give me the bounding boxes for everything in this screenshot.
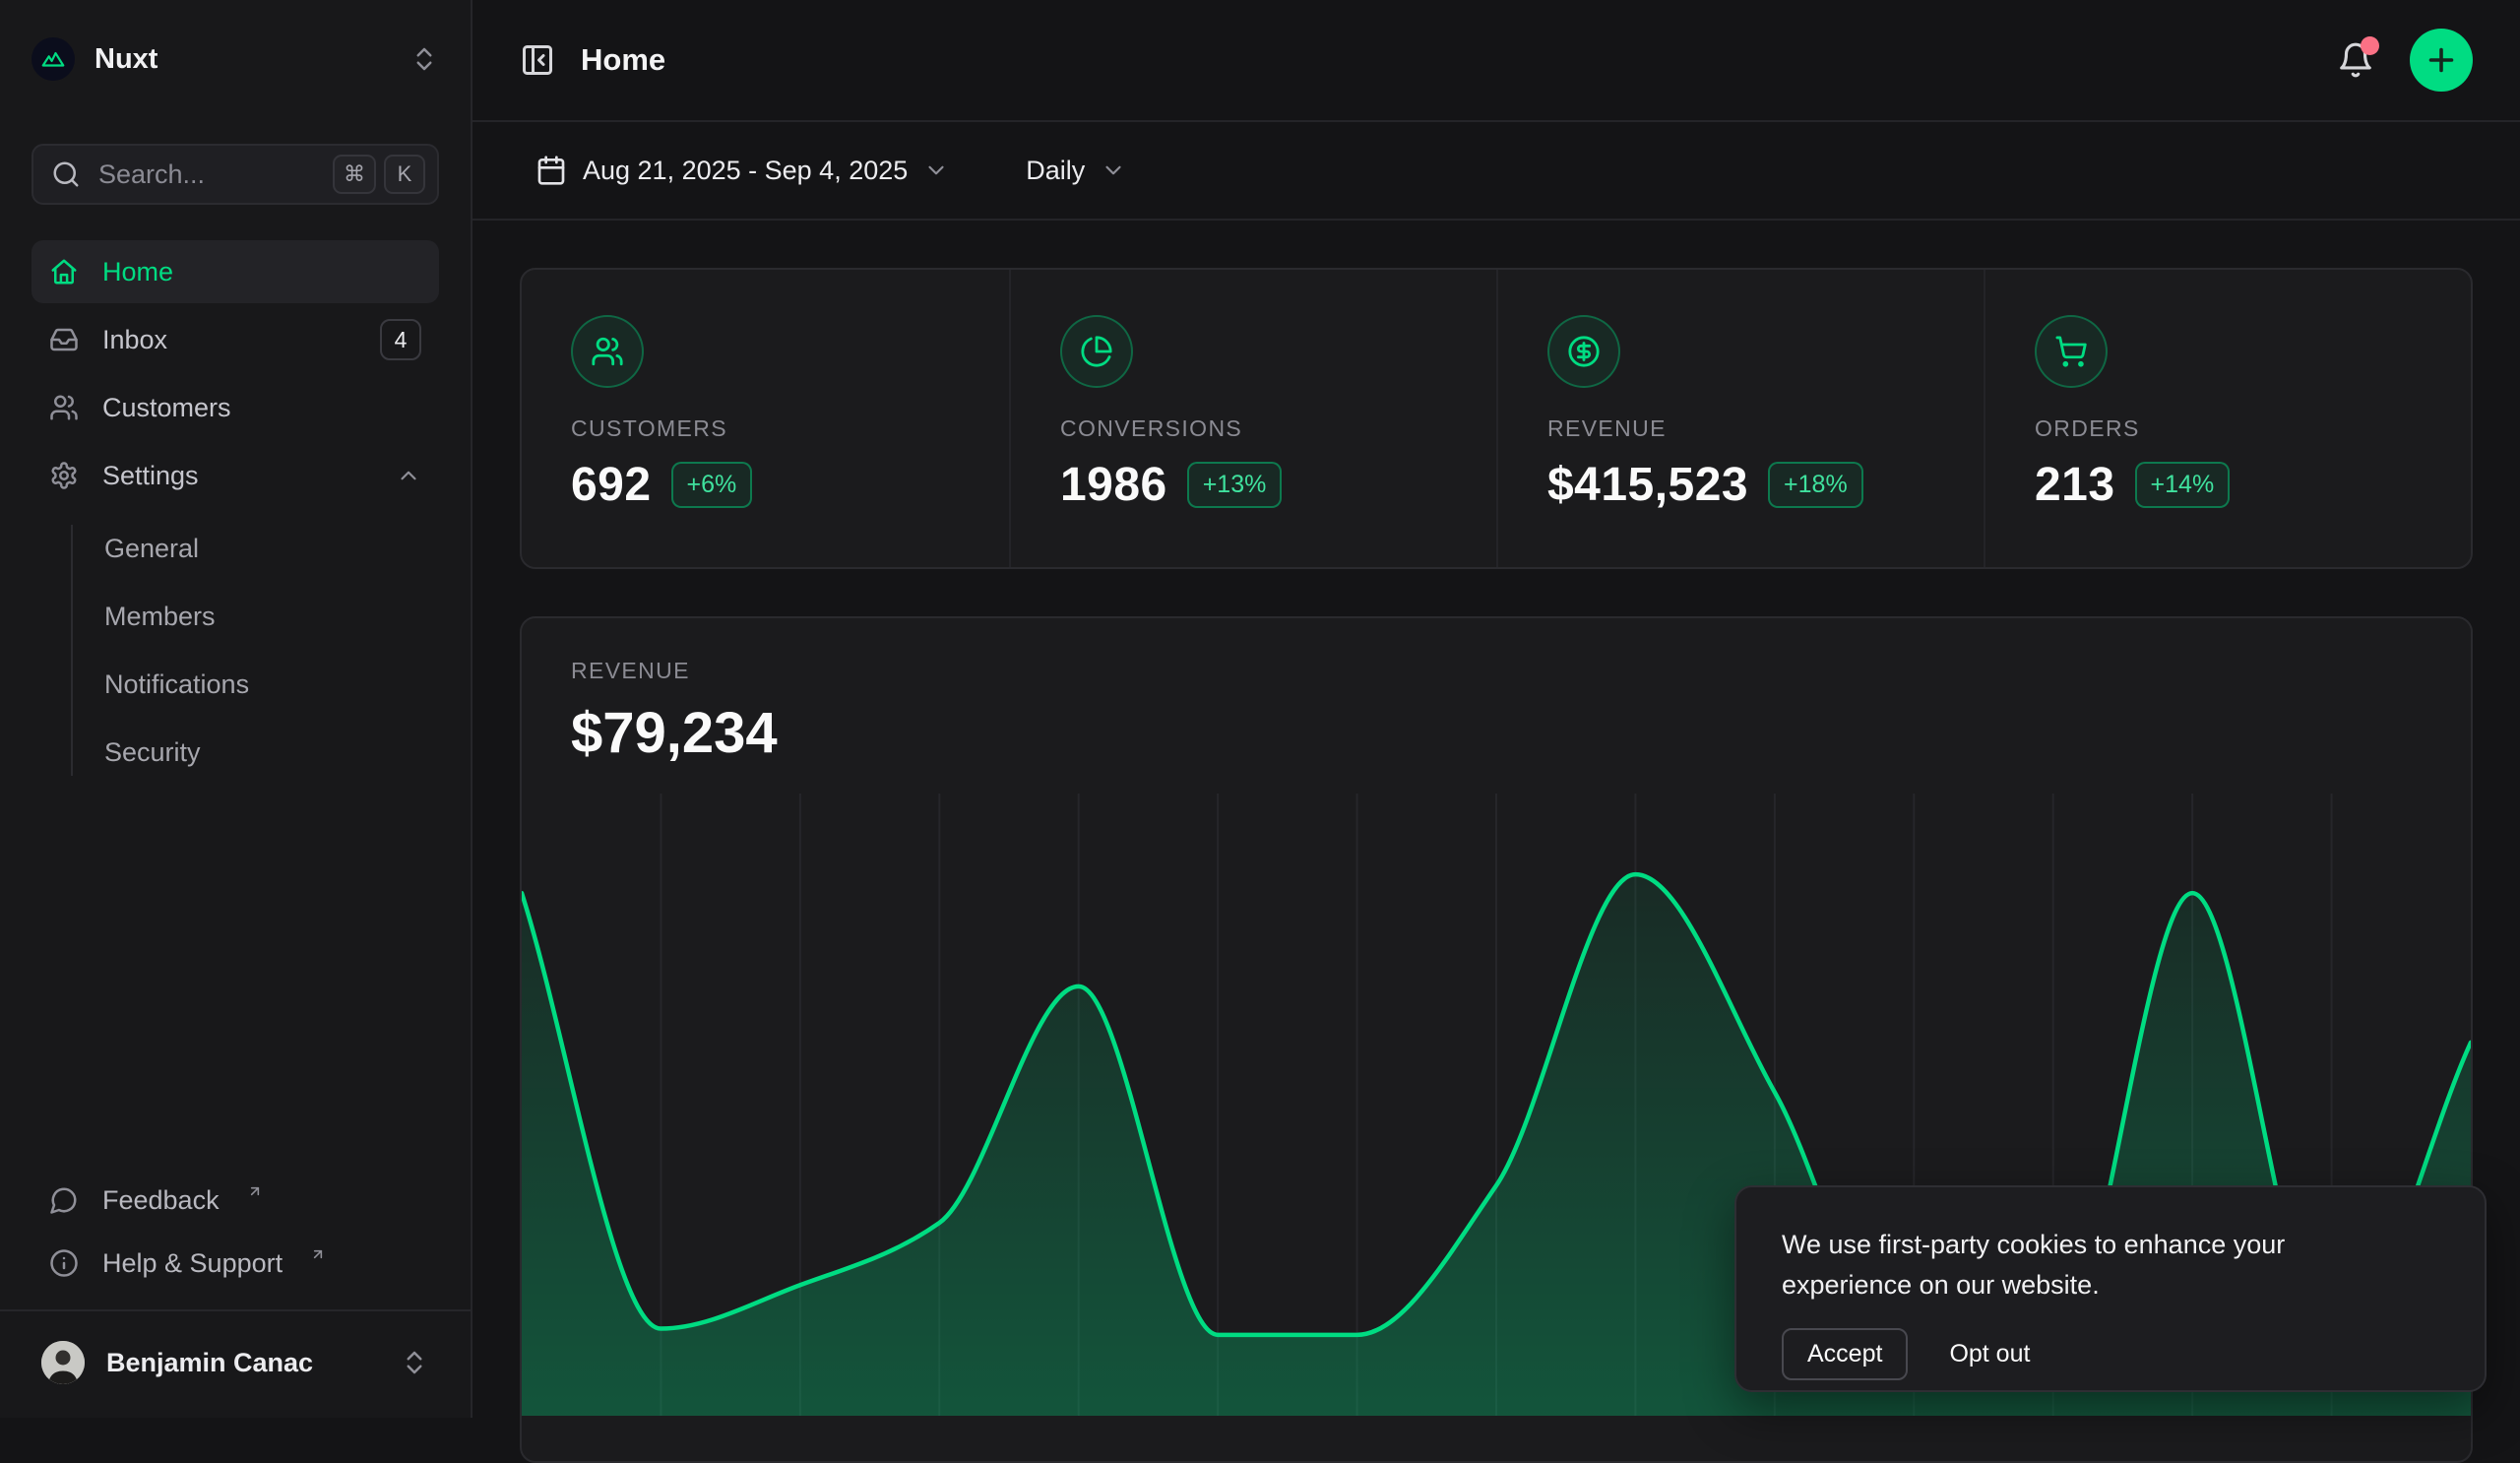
panel-left-close-icon [520, 42, 555, 78]
opt-out-button[interactable]: Opt out [1949, 1340, 2030, 1368]
stat-label: CONVERSIONS [1060, 415, 1447, 442]
info-circle-icon [49, 1248, 79, 1278]
stat-label: ORDERS [2035, 415, 2422, 442]
sidebar-item-settings[interactable]: Settings [32, 444, 439, 507]
notification-dot [2361, 36, 2379, 55]
stat-value: 1986 [1060, 458, 1167, 512]
sidebar: Nuxt ⌘ K [0, 0, 472, 1418]
sidebar-item-label: Settings [102, 461, 199, 491]
sidebar-item-inbox[interactable]: Inbox 4 [32, 308, 439, 371]
chevron-up-icon [396, 463, 421, 488]
sidebar-item-customers[interactable]: Customers [32, 376, 439, 439]
stats-card: CUSTOMERS 692 +6% CONVERSIONS 1986 [520, 268, 2473, 569]
sidebar-footer: Feedback Help & Support [32, 1172, 439, 1292]
date-range-picker[interactable]: Aug 21, 2025 - Sep 4, 2025 [520, 139, 965, 202]
stat-delta-badge: +14% [2135, 462, 2231, 508]
stat-delta-badge: +6% [671, 462, 753, 508]
external-link-icon [310, 1246, 326, 1262]
inbox-icon [49, 325, 79, 354]
sidebar-item-label: Home [102, 257, 173, 287]
chat-bubble-icon [49, 1185, 79, 1215]
user-menu[interactable]: Benjamin Canac [32, 1327, 439, 1398]
settings-subnav: General Members Notifications Security [32, 517, 439, 784]
external-link-icon [247, 1183, 263, 1199]
stat-label: REVENUE [1547, 415, 1934, 442]
stat-delta-badge: +18% [1768, 462, 1863, 508]
sidebar-item-label: General [104, 534, 199, 564]
sidebar-item-general[interactable]: General [32, 517, 439, 580]
avatar [41, 1341, 85, 1384]
sidebar-item-label: Inbox [102, 325, 167, 355]
feedback-link[interactable]: Feedback [32, 1172, 439, 1229]
stat-conversions[interactable]: CONVERSIONS 1986 +13% [1009, 270, 1496, 567]
kbd-cmd: ⌘ [333, 155, 376, 194]
users-icon [49, 393, 79, 422]
notifications-button[interactable] [2337, 41, 2374, 79]
stat-delta-badge: +13% [1187, 462, 1283, 508]
user-name: Benjamin Canac [106, 1348, 313, 1378]
plus-icon [2424, 42, 2459, 78]
search-input[interactable] [96, 159, 317, 191]
date-range-label: Aug 21, 2025 - Sep 4, 2025 [583, 156, 908, 186]
accept-button[interactable]: Accept [1782, 1328, 1908, 1380]
page-title: Home [581, 42, 665, 78]
period-select[interactable]: Daily [1010, 139, 1142, 202]
help-support-link[interactable]: Help & Support [32, 1235, 439, 1292]
pie-chart-icon [1060, 315, 1133, 388]
revenue-chart-value: $79,234 [571, 700, 2422, 766]
sidebar-item-label: Customers [102, 393, 231, 423]
kbd-k: K [384, 155, 425, 194]
stat-customers[interactable]: CUSTOMERS 692 +6% [522, 270, 1009, 567]
shopping-cart-icon [2035, 315, 2108, 388]
period-label: Daily [1026, 156, 1085, 186]
search-icon [51, 159, 81, 189]
chevrons-up-down-icon [410, 44, 439, 74]
chevron-down-icon [1101, 158, 1126, 183]
sidebar-item-label: Security [104, 737, 201, 768]
cookie-banner: We use first-party cookies to enhance yo… [1734, 1185, 2487, 1392]
gear-icon [49, 461, 79, 490]
sidebar-item-label: Members [104, 602, 216, 632]
calendar-icon [536, 155, 567, 186]
circle-dollar-icon [1547, 315, 1620, 388]
inbox-count-badge: 4 [380, 319, 421, 360]
nuxt-logo-icon [32, 37, 75, 81]
stat-label: CUSTOMERS [571, 415, 960, 442]
search-box[interactable]: ⌘ K [32, 144, 439, 205]
stat-value: 213 [2035, 458, 2115, 512]
add-button[interactable] [2410, 29, 2473, 92]
help-support-label: Help & Support [102, 1248, 283, 1279]
sidebar-nav: Home Inbox 4 C [32, 240, 439, 784]
sidebar-item-label: Notifications [104, 669, 249, 700]
chevron-down-icon [923, 158, 949, 183]
page-header: Home [472, 0, 2520, 122]
sidebar-divider [0, 1309, 471, 1311]
search-shortcut: ⌘ K [333, 155, 425, 194]
revenue-chart-label: REVENUE [571, 658, 2422, 684]
sidebar-collapse-button[interactable] [520, 42, 555, 78]
stat-orders[interactable]: ORDERS 213 +14% [1984, 270, 2471, 567]
stat-revenue[interactable]: REVENUE $415,523 +18% [1496, 270, 1984, 567]
sidebar-item-home[interactable]: Home [32, 240, 439, 303]
sidebar-item-members[interactable]: Members [32, 585, 439, 648]
feedback-label: Feedback [102, 1185, 220, 1216]
stat-value: 692 [571, 458, 652, 512]
filters-toolbar: Aug 21, 2025 - Sep 4, 2025 Daily [472, 122, 2520, 221]
users-icon [571, 315, 644, 388]
chevrons-up-down-icon [400, 1348, 429, 1377]
brand-name: Nuxt [94, 43, 158, 76]
sidebar-item-security[interactable]: Security [32, 721, 439, 784]
home-icon [49, 257, 79, 286]
cookie-message: We use first-party cookies to enhance yo… [1782, 1225, 2382, 1304]
workspace-selector[interactable]: Nuxt [32, 28, 439, 91]
sidebar-item-notifications[interactable]: Notifications [32, 653, 439, 716]
stat-value: $415,523 [1547, 458, 1748, 512]
